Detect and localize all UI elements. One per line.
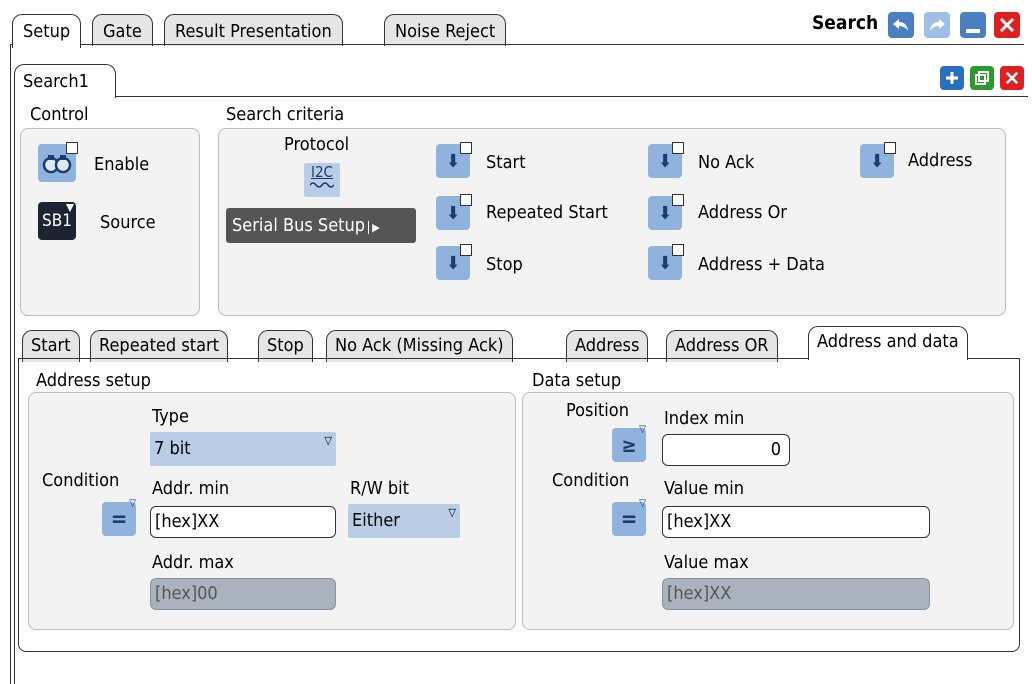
value-min-field[interactable]: [hex]XX <box>662 506 930 538</box>
tab-search1[interactable]: Search1 <box>14 64 116 98</box>
value-max-label: Value max <box>664 552 749 573</box>
criteria-title: Search criteria <box>226 104 345 125</box>
serial-bus-setup-label: Serial Bus Setup <box>232 215 366 236</box>
redo-icon[interactable] <box>924 12 950 38</box>
tab-setup[interactable]: Setup <box>12 14 82 48</box>
value-max-field: [hex]XX <box>662 578 930 610</box>
index-min-label: Index min <box>664 408 745 429</box>
trigger-icon: ⬇ <box>446 150 460 172</box>
criteria-address-data-label: Address + Data <box>698 254 825 275</box>
source-value: SB1 <box>42 211 72 231</box>
data-condition-label: Condition <box>552 470 630 491</box>
delete-icon[interactable] <box>1000 66 1024 90</box>
dropdown-icon: ▽ <box>129 498 136 509</box>
data-condition-value: = <box>620 506 638 532</box>
rw-bit-value: Either <box>352 510 400 531</box>
type-select[interactable]: 7 bit ▽ <box>150 432 336 466</box>
protocol-label: Protocol <box>284 134 350 155</box>
source-button[interactable]: SB1 <box>38 202 76 240</box>
position-value: ≥ <box>621 433 637 457</box>
criteria-address-or-toggle[interactable]: ⬇ <box>648 194 684 230</box>
undo-icon[interactable] <box>888 12 914 38</box>
address-condition-label: Condition <box>42 470 120 491</box>
data-condition-button[interactable]: = ▽ <box>612 498 646 536</box>
enable-icon[interactable] <box>38 142 78 182</box>
criteria-repeated-start-label: Repeated Start <box>486 202 608 223</box>
trigger-icon: ⬇ <box>658 252 672 274</box>
dropdown-icon: ▽ <box>639 498 646 509</box>
address-setup-title: Address setup <box>36 370 151 391</box>
copy-icon[interactable] <box>970 66 994 90</box>
position-label: Position <box>566 400 629 421</box>
close-icon[interactable] <box>994 12 1020 38</box>
tab-address-and-data[interactable]: Address and data <box>808 326 968 360</box>
enable-label: Enable <box>94 154 150 175</box>
criteria-address-or-label: Address Or <box>698 202 787 223</box>
criteria-address-toggle[interactable]: ⬇ <box>860 142 896 178</box>
criteria-no-ack-label: No Ack <box>698 152 755 173</box>
position-button[interactable]: ≥ ▽ <box>612 424 646 462</box>
source-label: Source <box>100 212 156 233</box>
dropdown-icon: ▽ <box>448 506 456 519</box>
trigger-icon: ⬇ <box>658 202 672 224</box>
address-condition-button[interactable]: = ▽ <box>102 498 136 536</box>
minimize-icon[interactable] <box>960 12 986 38</box>
addr-min-label: Addr. min <box>152 478 230 499</box>
serial-bus-setup-button[interactable]: Serial Bus Setup ▶ <box>226 208 416 243</box>
address-condition-value: = <box>110 506 128 532</box>
criteria-address-data-toggle[interactable]: ⬇ <box>648 244 684 280</box>
protocol-i2c-icon[interactable]: I2C <box>304 163 340 197</box>
criteria-start-toggle[interactable]: ⬇ <box>436 142 472 178</box>
trigger-icon: ⬇ <box>658 150 672 172</box>
trigger-icon: ⬇ <box>870 150 884 172</box>
trigger-icon: ⬇ <box>446 252 460 274</box>
addr-min-field[interactable]: [hex]XX <box>150 506 336 538</box>
dropdown-icon: ▽ <box>639 424 646 435</box>
chevron-right-icon: ▶ <box>368 221 380 234</box>
data-setup-title: Data setup <box>532 370 622 391</box>
rw-bit-label: R/W bit <box>350 478 409 499</box>
criteria-stop-toggle[interactable]: ⬇ <box>436 244 472 280</box>
criteria-address-label: Address <box>908 150 973 171</box>
type-label: Type <box>152 406 189 427</box>
addr-max-field: [hex]00 <box>150 578 336 610</box>
tab-gate[interactable]: Gate <box>92 14 153 46</box>
criteria-stop-label: Stop <box>486 254 523 275</box>
criteria-no-ack-toggle[interactable]: ⬇ <box>648 142 684 178</box>
tab-result-presentation[interactable]: Result Presentation <box>164 14 343 46</box>
criteria-repeated-start-toggle[interactable]: ⬇ <box>436 194 472 230</box>
index-min-field[interactable]: 0 <box>662 434 790 466</box>
protocol-icon-text: I2C <box>311 163 333 181</box>
tab-noise-reject[interactable]: Noise Reject <box>384 14 507 46</box>
trigger-icon: ⬇ <box>446 202 460 224</box>
add-icon[interactable] <box>940 66 964 90</box>
control-title: Control <box>30 104 89 125</box>
criteria-start-label: Start <box>486 152 526 173</box>
value-min-label: Value min <box>664 478 745 499</box>
addr-max-label: Addr. max <box>152 552 234 573</box>
dropdown-icon: ▽ <box>324 434 332 447</box>
window-title: Search <box>812 12 879 34</box>
rw-bit-select[interactable]: Either ▽ <box>348 504 460 538</box>
type-value: 7 bit <box>154 438 191 459</box>
